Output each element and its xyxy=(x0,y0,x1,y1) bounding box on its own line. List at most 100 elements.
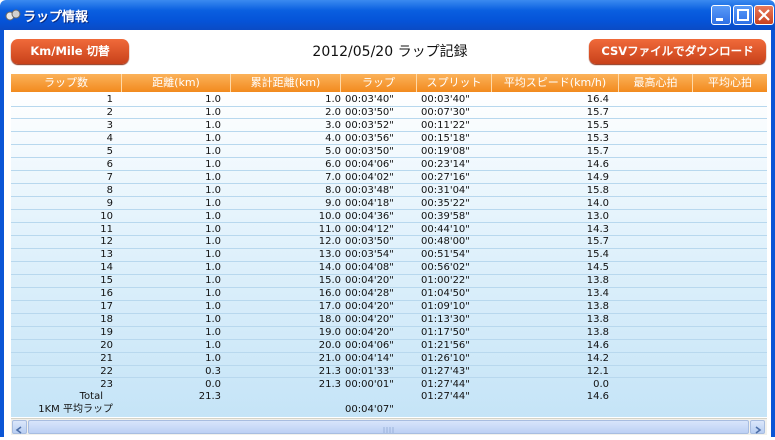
lap-table-body: 1 1.0 1.0 00:03'40" 00:03'40" 16.4 2 1.0 2.0 00:0… xyxy=(11,92,767,417)
avg-speed-cell: 14.3 xyxy=(586,223,609,235)
lap-number-cell: 23 xyxy=(100,378,113,390)
column-header-avg-speed[interactable]: 平均スピード(km/h) xyxy=(492,74,619,92)
split-time-cell: 01:04'50" xyxy=(421,288,470,300)
split-time-cell: 00:31'04" xyxy=(421,184,470,196)
distance-cell: 1.0 xyxy=(205,197,221,209)
lap-number-cell: 1 xyxy=(106,94,113,105)
split-time-cell: 00:23'14" xyxy=(421,158,470,170)
table-row: 6 1.0 6.0 00:04'06" 00:23'14" 14.6 xyxy=(11,159,767,172)
lap-time-cell: 00:04'14" xyxy=(345,353,394,364)
lap-time-cell: 00:01'33" xyxy=(345,365,394,377)
lap-number-cell: 4 xyxy=(106,132,113,144)
column-header-lap[interactable]: ラップ xyxy=(341,74,417,92)
cumulative-distance-cell: 13.0 xyxy=(318,249,341,261)
split-time-cell: 00:11'22" xyxy=(421,119,470,131)
distance-cell: 1.0 xyxy=(205,262,221,274)
lap-time-cell: 00:04'20" xyxy=(345,314,394,326)
lap-number-cell: 18 xyxy=(100,314,113,326)
total-row: Total 21.3 01:27'44" 14.6 xyxy=(11,391,767,404)
distance-cell: 1.0 xyxy=(205,236,221,248)
average-lap-row: 1KM 平均ラップ 00:04'07" xyxy=(11,404,767,417)
chevron-left-icon xyxy=(15,426,22,434)
split-time-cell: 00:44'10" xyxy=(421,223,470,235)
table-row: 19 1.0 19.0 00:04'20" 01:17'50" 13.8 xyxy=(11,327,767,340)
minimize-button[interactable] xyxy=(711,5,731,25)
scroll-left-button[interactable] xyxy=(12,420,27,434)
cumulative-distance-cell: 11.0 xyxy=(318,223,341,235)
avg-speed-cell: 13.4 xyxy=(586,288,609,300)
lap-number-cell: 2 xyxy=(106,106,113,118)
split-time-cell: 01:21'56" xyxy=(421,340,470,352)
column-header-avg-heart-rate[interactable]: 平均心拍 xyxy=(693,74,767,92)
lap-time-cell: 00:04'20" xyxy=(345,275,394,287)
avg-speed-cell: 12.1 xyxy=(586,365,609,377)
app-icon xyxy=(5,9,21,21)
lap-number-cell: 9 xyxy=(106,197,113,209)
avg-speed-cell: 15.7 xyxy=(586,106,609,118)
table-row: 10 1.0 10.0 00:04'36" 00:39'58" 13.0 xyxy=(11,211,767,224)
lap-time-cell: 00:04'06" xyxy=(345,340,394,352)
lap-number-cell: 8 xyxy=(106,184,113,196)
table-row: 7 1.0 7.0 00:04'02" 00:27'16" 14.9 xyxy=(11,172,767,185)
table-row: 23 0.0 21.3 00:00'01" 01:27'44" 0.0 xyxy=(11,379,767,392)
lap-time-cell: 00:03'56" xyxy=(345,132,394,144)
lap-number-cell: 5 xyxy=(106,145,113,157)
avg-speed-cell: 14.5 xyxy=(586,262,609,274)
km-mile-toggle-button[interactable]: Km/Mile 切替 xyxy=(11,39,129,64)
split-time-cell: 00:48'00" xyxy=(421,236,470,248)
cumulative-distance-cell: 21.0 xyxy=(318,353,341,364)
maximize-button[interactable] xyxy=(733,5,753,25)
split-time-cell: 01:17'50" xyxy=(421,327,470,339)
split-time-cell: 01:13'30" xyxy=(421,314,470,326)
split-time-cell: 00:39'58" xyxy=(421,210,470,222)
table-row: 16 1.0 16.0 00:04'28" 01:04'50" 13.4 xyxy=(11,288,767,301)
lap-time-cell: 00:04'20" xyxy=(345,301,394,313)
split-time-cell: 00:19'08" xyxy=(421,145,470,157)
window-title: ラップ情報 xyxy=(23,10,89,25)
table-row: 11 1.0 11.0 00:04'12" 00:44'10" 14.3 xyxy=(11,223,767,236)
avg-speed-cell: 16.4 xyxy=(586,94,609,105)
lap-number-cell: 19 xyxy=(100,327,113,339)
column-header-cumulative-distance[interactable]: 累計距離(km) xyxy=(231,74,341,92)
avg-speed-cell: 13.8 xyxy=(586,327,609,339)
table-row: 9 1.0 9.0 00:04'18" 00:35'22" 14.0 xyxy=(11,198,767,211)
lap-number-cell: 7 xyxy=(106,171,113,183)
column-header-split[interactable]: スプリット xyxy=(417,74,492,92)
lap-number-cell: 15 xyxy=(100,275,113,287)
cumulative-distance-cell: 5.0 xyxy=(325,145,341,157)
split-time-cell: 00:15'18" xyxy=(421,132,470,144)
table-row: 5 1.0 5.0 00:03'50" 00:19'08" 15.7 xyxy=(11,146,767,159)
csv-download-button[interactable]: CSVファイルでダウンロード xyxy=(589,39,766,64)
cumulative-distance-cell: 21.3 xyxy=(318,365,341,377)
minimize-icon xyxy=(716,18,723,21)
lap-number-cell: 6 xyxy=(106,158,113,170)
average-lap-value: 00:04'07" xyxy=(345,404,394,415)
table-row: 1 1.0 1.0 00:03'40" 00:03'40" 16.4 xyxy=(11,94,767,107)
column-header-max-heart-rate[interactable]: 最高心拍 xyxy=(619,74,693,92)
distance-cell: 0.0 xyxy=(205,378,221,390)
total-label: Total xyxy=(79,391,103,402)
lap-number-cell: 17 xyxy=(100,301,113,313)
close-button[interactable] xyxy=(754,5,774,25)
lap-number-cell: 12 xyxy=(100,236,113,248)
table-row: 3 1.0 3.0 00:03'52" 00:11'22" 15.5 xyxy=(11,120,767,133)
distance-cell: 1.0 xyxy=(205,249,221,261)
distance-cell: 0.3 xyxy=(205,365,221,377)
avg-speed-cell: 13.8 xyxy=(586,275,609,287)
scroll-right-button[interactable] xyxy=(750,420,765,434)
cumulative-distance-cell: 17.0 xyxy=(318,301,341,313)
horizontal-scrollbar[interactable] xyxy=(11,418,767,435)
column-header-lap-number[interactable]: ラップ数 xyxy=(11,74,122,92)
split-time-cell: 01:26'10" xyxy=(421,353,470,364)
lap-time-cell: 00:04'28" xyxy=(345,288,394,300)
avg-speed-cell: 15.5 xyxy=(586,119,609,131)
cumulative-distance-cell: 8.0 xyxy=(325,184,341,196)
cumulative-distance-cell: 9.0 xyxy=(325,197,341,209)
distance-cell: 1.0 xyxy=(205,119,221,131)
column-header-distance[interactable]: 距離(km) xyxy=(122,74,231,92)
avg-speed-cell: 15.7 xyxy=(586,236,609,248)
lap-number-cell: 20 xyxy=(100,340,113,352)
distance-cell: 1.0 xyxy=(205,275,221,287)
scroll-thumb[interactable] xyxy=(28,420,749,434)
avg-speed-cell: 15.7 xyxy=(586,145,609,157)
